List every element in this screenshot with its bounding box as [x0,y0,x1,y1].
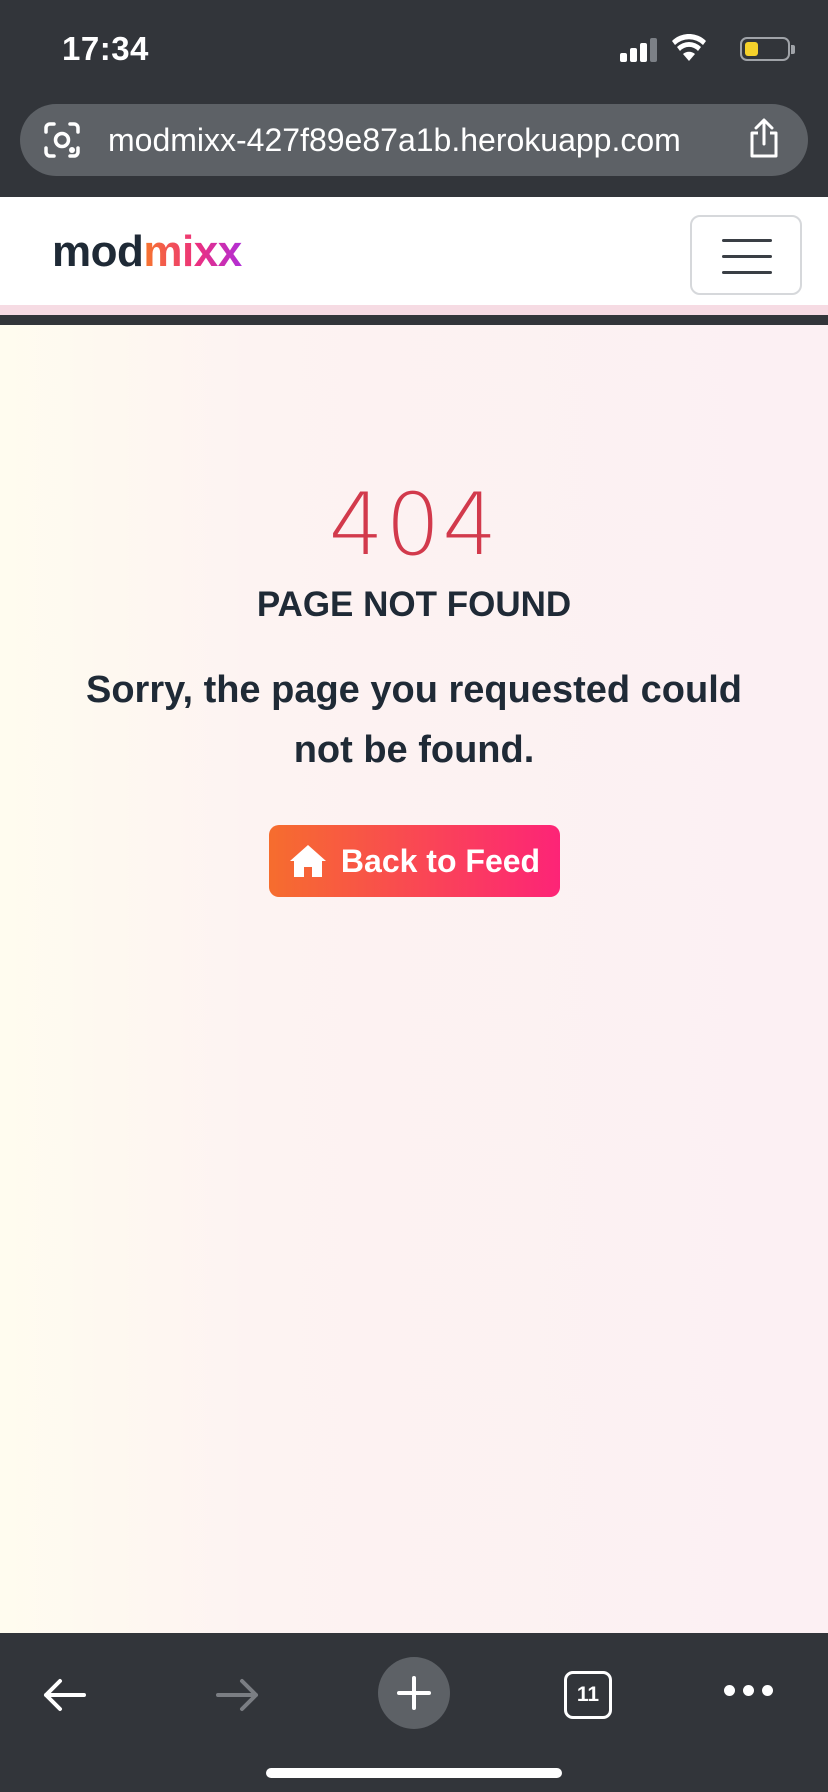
signal-icon [620,38,658,62]
status-bar: 17:34 [0,0,828,100]
plus-icon [397,1676,431,1710]
error-message: Sorry, the page you requested could not … [86,669,742,771]
error-title: PAGE NOT FOUND [256,585,572,624]
hamburger-icon [722,239,772,242]
brand-logo-part2: mixx [143,227,242,276]
menu-toggle-button[interactable] [690,215,802,295]
share-icon[interactable] [746,118,782,160]
more-icon[interactable] [724,1685,774,1699]
tabs-icon[interactable]: 11 [564,1671,612,1719]
main-content: 404 PAGE NOT FOUND Sorry, the page you r… [0,325,828,1633]
brand-logo[interactable]: modmixx [52,227,242,277]
brand-logo-part1: mod [52,227,144,276]
address-bar[interactable]: modmixx-427f89e87a1b.herokuapp.com [20,104,808,176]
new-tab-button[interactable] [378,1657,450,1729]
url-text[interactable]: modmixx-427f89e87a1b.herokuapp.com [108,122,681,159]
back-to-feed-label: Back to Feed [340,842,541,879]
back-arrow-icon[interactable] [40,1677,88,1713]
browser-toolbar: 11 [0,1633,828,1792]
battery-icon [740,37,795,61]
home-indicator[interactable] [266,1768,562,1778]
status-time: 17:34 [62,30,149,67]
wifi-icon [672,34,706,61]
status-icons [578,34,798,64]
back-to-feed-button[interactable]: Back to Feed [269,825,560,897]
site-navbar: modmixx [0,197,828,315]
error-code: 404 [328,475,500,575]
home-icon [289,845,326,877]
lens-icon[interactable] [42,120,82,160]
forward-arrow-icon[interactable] [214,1677,262,1713]
